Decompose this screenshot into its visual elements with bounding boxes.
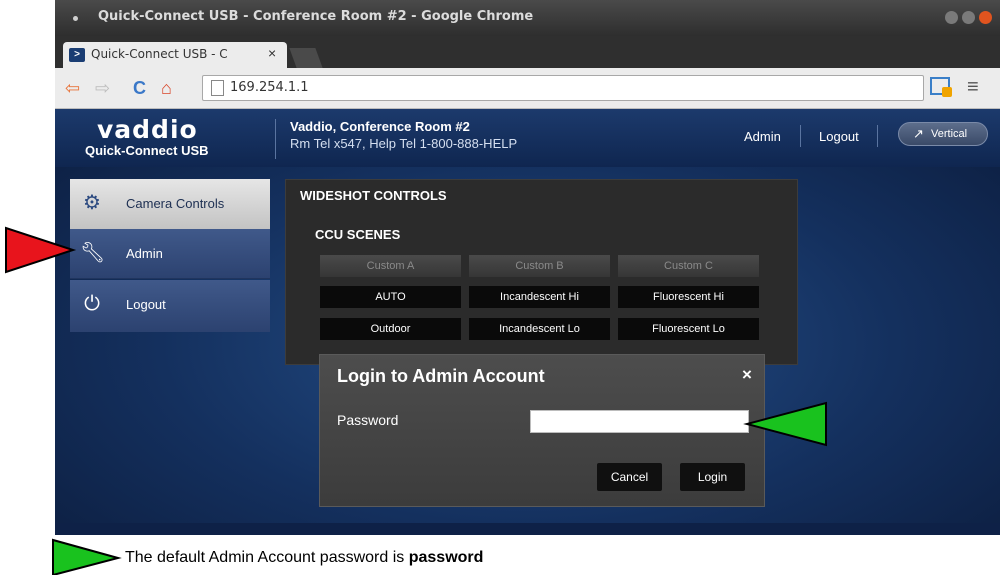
tab-close-icon[interactable]: × [268,45,276,61]
window-title: Quick-Connect USB - Conference Room #2 -… [98,9,534,24]
forward-icon[interactable]: ⇨ [95,77,110,99]
camera-controls-icon: ⚙ [83,192,101,214]
annotation-caption: The default Admin Account password is pa… [125,549,483,567]
panel-title: WIDESHOT CONTROLS [300,188,447,203]
product-name: Quick-Connect USB [85,143,209,158]
power-icon: ⏻ [84,293,100,315]
browser-tab[interactable]: > Quick-Connect USB - C × [63,42,287,68]
back-icon[interactable]: ⇦ [65,77,80,99]
caption-text: The default Admin Account password is [125,549,409,566]
url-text: 169.254.1.1 [230,80,309,95]
minimize-icon[interactable] [945,11,958,24]
vertical-icon: ↗ [913,126,924,141]
dialog-title: Login to Admin Account [337,366,545,386]
password-label: Password [337,412,399,428]
address-bar[interactable]: 169.254.1.1 [202,75,924,101]
page-icon [211,80,224,96]
sidebar-item-label: Logout [126,297,166,312]
caption-password: password [408,549,484,566]
home-icon[interactable]: ⌂ [161,77,172,99]
header-divider [877,125,878,147]
scene-fluorescent-lo-button[interactable]: Fluorescent Lo [618,318,759,340]
header-divider [275,119,276,159]
reload-icon[interactable]: C [133,77,146,99]
wideshot-controls-panel: WIDESHOT CONTROLS CCU SCENES Custom A Cu… [285,179,798,365]
caption-arrow-icon [52,538,122,575]
web-page: vaddio Quick-Connect USB Vaddio, Confere… [55,109,1000,535]
header-logout-link[interactable]: Logout [819,129,859,144]
header-admin-link[interactable]: Admin [744,129,781,144]
login-button[interactable]: Login [680,463,745,491]
cancel-button[interactable]: Cancel [597,463,662,491]
new-tab-button[interactable] [289,48,323,68]
tab-bar: > Quick-Connect USB - C × [55,36,1000,68]
page-footer [55,523,1000,535]
sidebar-item-camera-controls[interactable]: ⚙ Camera Controls [70,179,270,229]
maximize-icon[interactable] [962,11,975,24]
vertical-label: Vertical [931,128,968,140]
scene-incandescent-hi-button[interactable]: Incandescent Hi [469,286,610,308]
ccu-scenes-title: CCU SCENES [315,227,401,242]
menu-icon[interactable]: ≡ [967,76,979,99]
login-dialog: Login to Admin Account × Password Cancel… [319,354,765,507]
password-input[interactable] [530,410,749,433]
custom-a-button[interactable]: Custom A [320,255,461,277]
custom-c-button[interactable]: Custom C [618,255,759,277]
vertical-toggle-button[interactable]: ↗ Vertical [898,122,988,146]
room-phone: Rm Tel x547, Help Tel 1-800-888-HELP [290,136,518,151]
sidebar-item-label: Admin [126,246,163,261]
scene-incandescent-lo-button[interactable]: Incandescent Lo [469,318,610,340]
room-name: Vaddio, Conference Room #2 [290,119,470,134]
vaddio-logo: vaddio [97,115,198,144]
scene-fluorescent-hi-button[interactable]: Fluorescent Hi [618,286,759,308]
sidebar-item-label: Camera Controls [126,196,225,211]
wrench-icon: 🔧︎ [80,242,106,264]
close-icon[interactable]: × [742,365,752,385]
browser-window: Quick-Connect USB - Conference Room #2 -… [55,0,1000,535]
browser-toolbar: ⇦ ⇨ C ⌂ 169.254.1.1 ≡ [55,68,1000,109]
close-window-icon[interactable] [979,11,992,24]
sidebar-item-logout[interactable]: ⏻ Logout [70,280,270,332]
scene-outdoor-button[interactable]: Outdoor [320,318,461,340]
page-header: vaddio Quick-Connect USB Vaddio, Confere… [55,109,1000,167]
tab-title: Quick-Connect USB - C [91,47,228,61]
header-divider [800,125,801,147]
sidebar-item-admin[interactable]: 🔧︎ Admin [70,229,270,279]
scene-auto-button[interactable]: AUTO [320,286,461,308]
window-menu-icon[interactable] [73,16,78,21]
extension-badge [942,87,952,97]
title-bar: Quick-Connect USB - Conference Room #2 -… [55,0,1000,36]
custom-b-button[interactable]: Custom B [469,255,610,277]
favicon-icon: > [69,48,85,62]
